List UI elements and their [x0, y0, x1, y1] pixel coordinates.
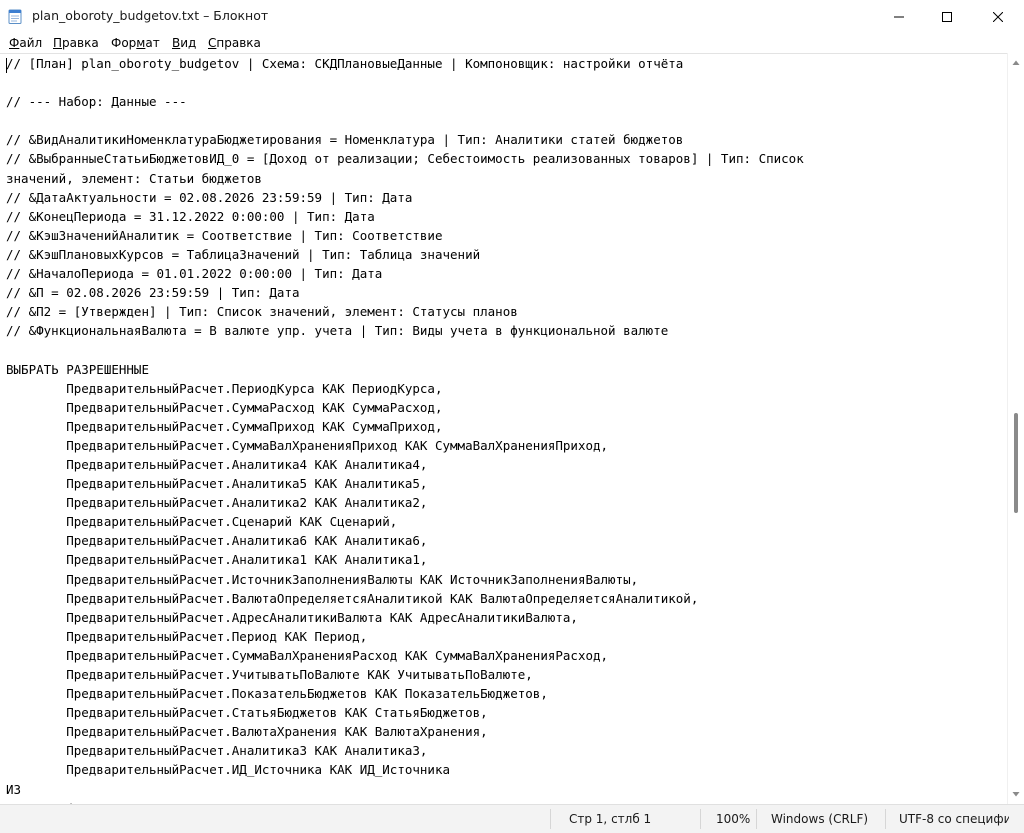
editor-line: // &П = 02.08.2026 23:59:59 | Тип: Дата	[6, 285, 300, 301]
text-caret	[6, 58, 7, 73]
menu-file-label: айл	[19, 36, 43, 50]
window-title: plan_oboroty_budgetov.txt – Блокнот	[32, 8, 269, 23]
editor-line: ПредварительныйРасчет.АдресАналитикиВалю…	[6, 609, 578, 625]
editor-line: ПредварительныйРасчет.СуммаВалХраненияРа…	[6, 647, 609, 663]
status-separator	[550, 809, 551, 829]
menu-view[interactable]: Вид	[172, 36, 196, 50]
text-editor[interactable]: // [План] plan_oboroty_budgetov | Схема:…	[0, 53, 1007, 805]
editor-line: // [План] plan_oboroty_budgetov | Схема:…	[6, 56, 684, 71]
editor-line: ПредварительныйРасчет.ПериодКурса КАК Пе…	[6, 380, 443, 396]
editor-line: ПредварительныйРасчет.ПоказательБюджетов…	[6, 686, 548, 702]
minimize-button[interactable]	[876, 0, 922, 33]
status-line-endings: Windows (CRLF)	[771, 812, 869, 826]
status-encoding: UTF-8 со специфи	[899, 812, 1009, 826]
status-separator	[885, 809, 886, 829]
editor-line: ПредварительныйРасчет.СтатьяБюджетов КАК…	[6, 705, 488, 721]
minimize-icon	[894, 16, 904, 17]
notepad-icon	[8, 9, 22, 24]
editor-line: // &КонецПериода = 31.12.2022 0:00:00 | …	[6, 208, 375, 224]
editor-line: ПредварительныйРасчет.СуммаПриход КАК Су…	[6, 418, 443, 434]
editor-line: ПредварительныйРасчет.СуммаВалХраненияПр…	[6, 437, 609, 453]
editor-line: ИЗ	[6, 781, 22, 797]
menu-file[interactable]: Файл	[9, 36, 42, 50]
close-icon	[993, 11, 1003, 22]
editor-line: ВЫБРАТЬ РАЗРЕШЕННЫЕ	[6, 361, 149, 377]
menu-file-mnemonic: Ф	[9, 36, 20, 50]
editor-line: // &ДатаАктуальности = 02.08.2026 23:59:…	[6, 189, 413, 205]
editor-line: ПредварительныйРасчет.УчитыватьПоВалюте …	[6, 667, 533, 682]
vertical-scrollbar[interactable]	[1007, 53, 1024, 804]
editor-line: ПредварительныйРасчет.Аналитика1 КАК Ана…	[6, 552, 428, 568]
title-bar[interactable]: plan_oboroty_budgetov.txt – Блокнот	[0, 0, 1024, 33]
editor-line: // &П2 = [Утвержден] | Тип: Список значе…	[6, 304, 518, 320]
editor-line: ПредварительныйРасчет.ИсточникЗаполнения…	[6, 571, 639, 587]
menu-bar: Файл Правка Формат Вид Справка	[0, 33, 1024, 53]
editor-line: // &НачалоПериода = 01.01.2022 0:00:00 |…	[6, 266, 383, 282]
editor-line: значений, элемент: Статьи бюджетов	[6, 170, 262, 186]
editor-line: ПредварительныйРасчет.Период КАК Период,	[6, 628, 368, 644]
menu-format-label: ат	[145, 36, 160, 50]
editor-line: ПредварительныйРасчет.Аналитика2 КАК Ана…	[6, 495, 428, 511]
status-separator	[700, 809, 701, 829]
editor-line: ПредварительныйРасчет.Аналитика6 КАК Ана…	[6, 533, 428, 549]
menu-view-label: ид	[180, 36, 197, 50]
status-separator	[756, 809, 757, 829]
scrollbar-thumb[interactable]	[1014, 413, 1018, 513]
status-bar: Стр 1, стлб 1 100% Windows (CRLF) UTF-8 …	[0, 804, 1024, 833]
editor-line: // &КэшПлановыхКурсов = ТаблицаЗначений …	[6, 246, 481, 262]
editor-line: ПредварительныйРасчет.ИД_Источника КАК И…	[6, 762, 451, 778]
menu-edit-mnemonic: П	[53, 36, 63, 50]
editor-line: ПредварительныйРасчет.Аналитика3 КАК Ана…	[6, 743, 428, 759]
status-cursor-position: Стр 1, стлб 1	[569, 812, 652, 826]
editor-line: ПредварительныйРасчет.Аналитика4 КАК Ана…	[6, 456, 428, 472]
maximize-icon	[942, 11, 952, 22]
close-button[interactable]	[972, 0, 1024, 33]
menu-format[interactable]: Формат	[111, 36, 160, 50]
scroll-down-arrow-icon[interactable]	[1012, 790, 1020, 798]
editor-line: ПредварительныйРасчет.Сценарий КАК Сцена…	[6, 514, 398, 530]
editor-line: ПредварительныйРасчет.СуммаРасход КАК Су…	[6, 399, 443, 415]
editor-line: // &КэшЗначенийАналитик = Соответствие |…	[6, 227, 443, 243]
menu-help-label: правка	[216, 36, 261, 50]
menu-help[interactable]: Справка	[208, 36, 261, 50]
editor-line: ПредварительныйРасчет.Аналитика5 КАК Ана…	[6, 476, 428, 492]
status-zoom[interactable]: 100%	[716, 805, 750, 833]
scroll-up-arrow-icon[interactable]	[1012, 59, 1020, 67]
editor-line: // &ВидАналитикиНоменклатураБюджетирован…	[6, 132, 684, 148]
editor-line: // &ВыбранныеСтатьиБюджетовИД_0 = [Доход…	[6, 151, 804, 167]
menu-format-label-pre: Фор	[111, 36, 137, 50]
menu-edit[interactable]: Правка	[53, 36, 99, 50]
menu-format-mnemonic: м	[136, 36, 146, 50]
maximize-button[interactable]	[924, 0, 970, 33]
editor-line: ПредварительныйРасчет.ВалютаОпределяется…	[6, 590, 699, 606]
menu-view-mnemonic: В	[172, 36, 181, 50]
editor-line: ПредварительныйРасчет.ВалютаХранения КАК…	[6, 724, 488, 740]
menu-edit-label: равка	[62, 36, 99, 50]
editor-line: // --- Набор: Данные ---	[6, 94, 187, 110]
editor-text[interactable]: // [План] plan_oboroty_budgetov | Схема:…	[6, 54, 804, 805]
editor-line: // &ФункциональнаяВалюта = В валюте упр.…	[6, 323, 669, 339]
